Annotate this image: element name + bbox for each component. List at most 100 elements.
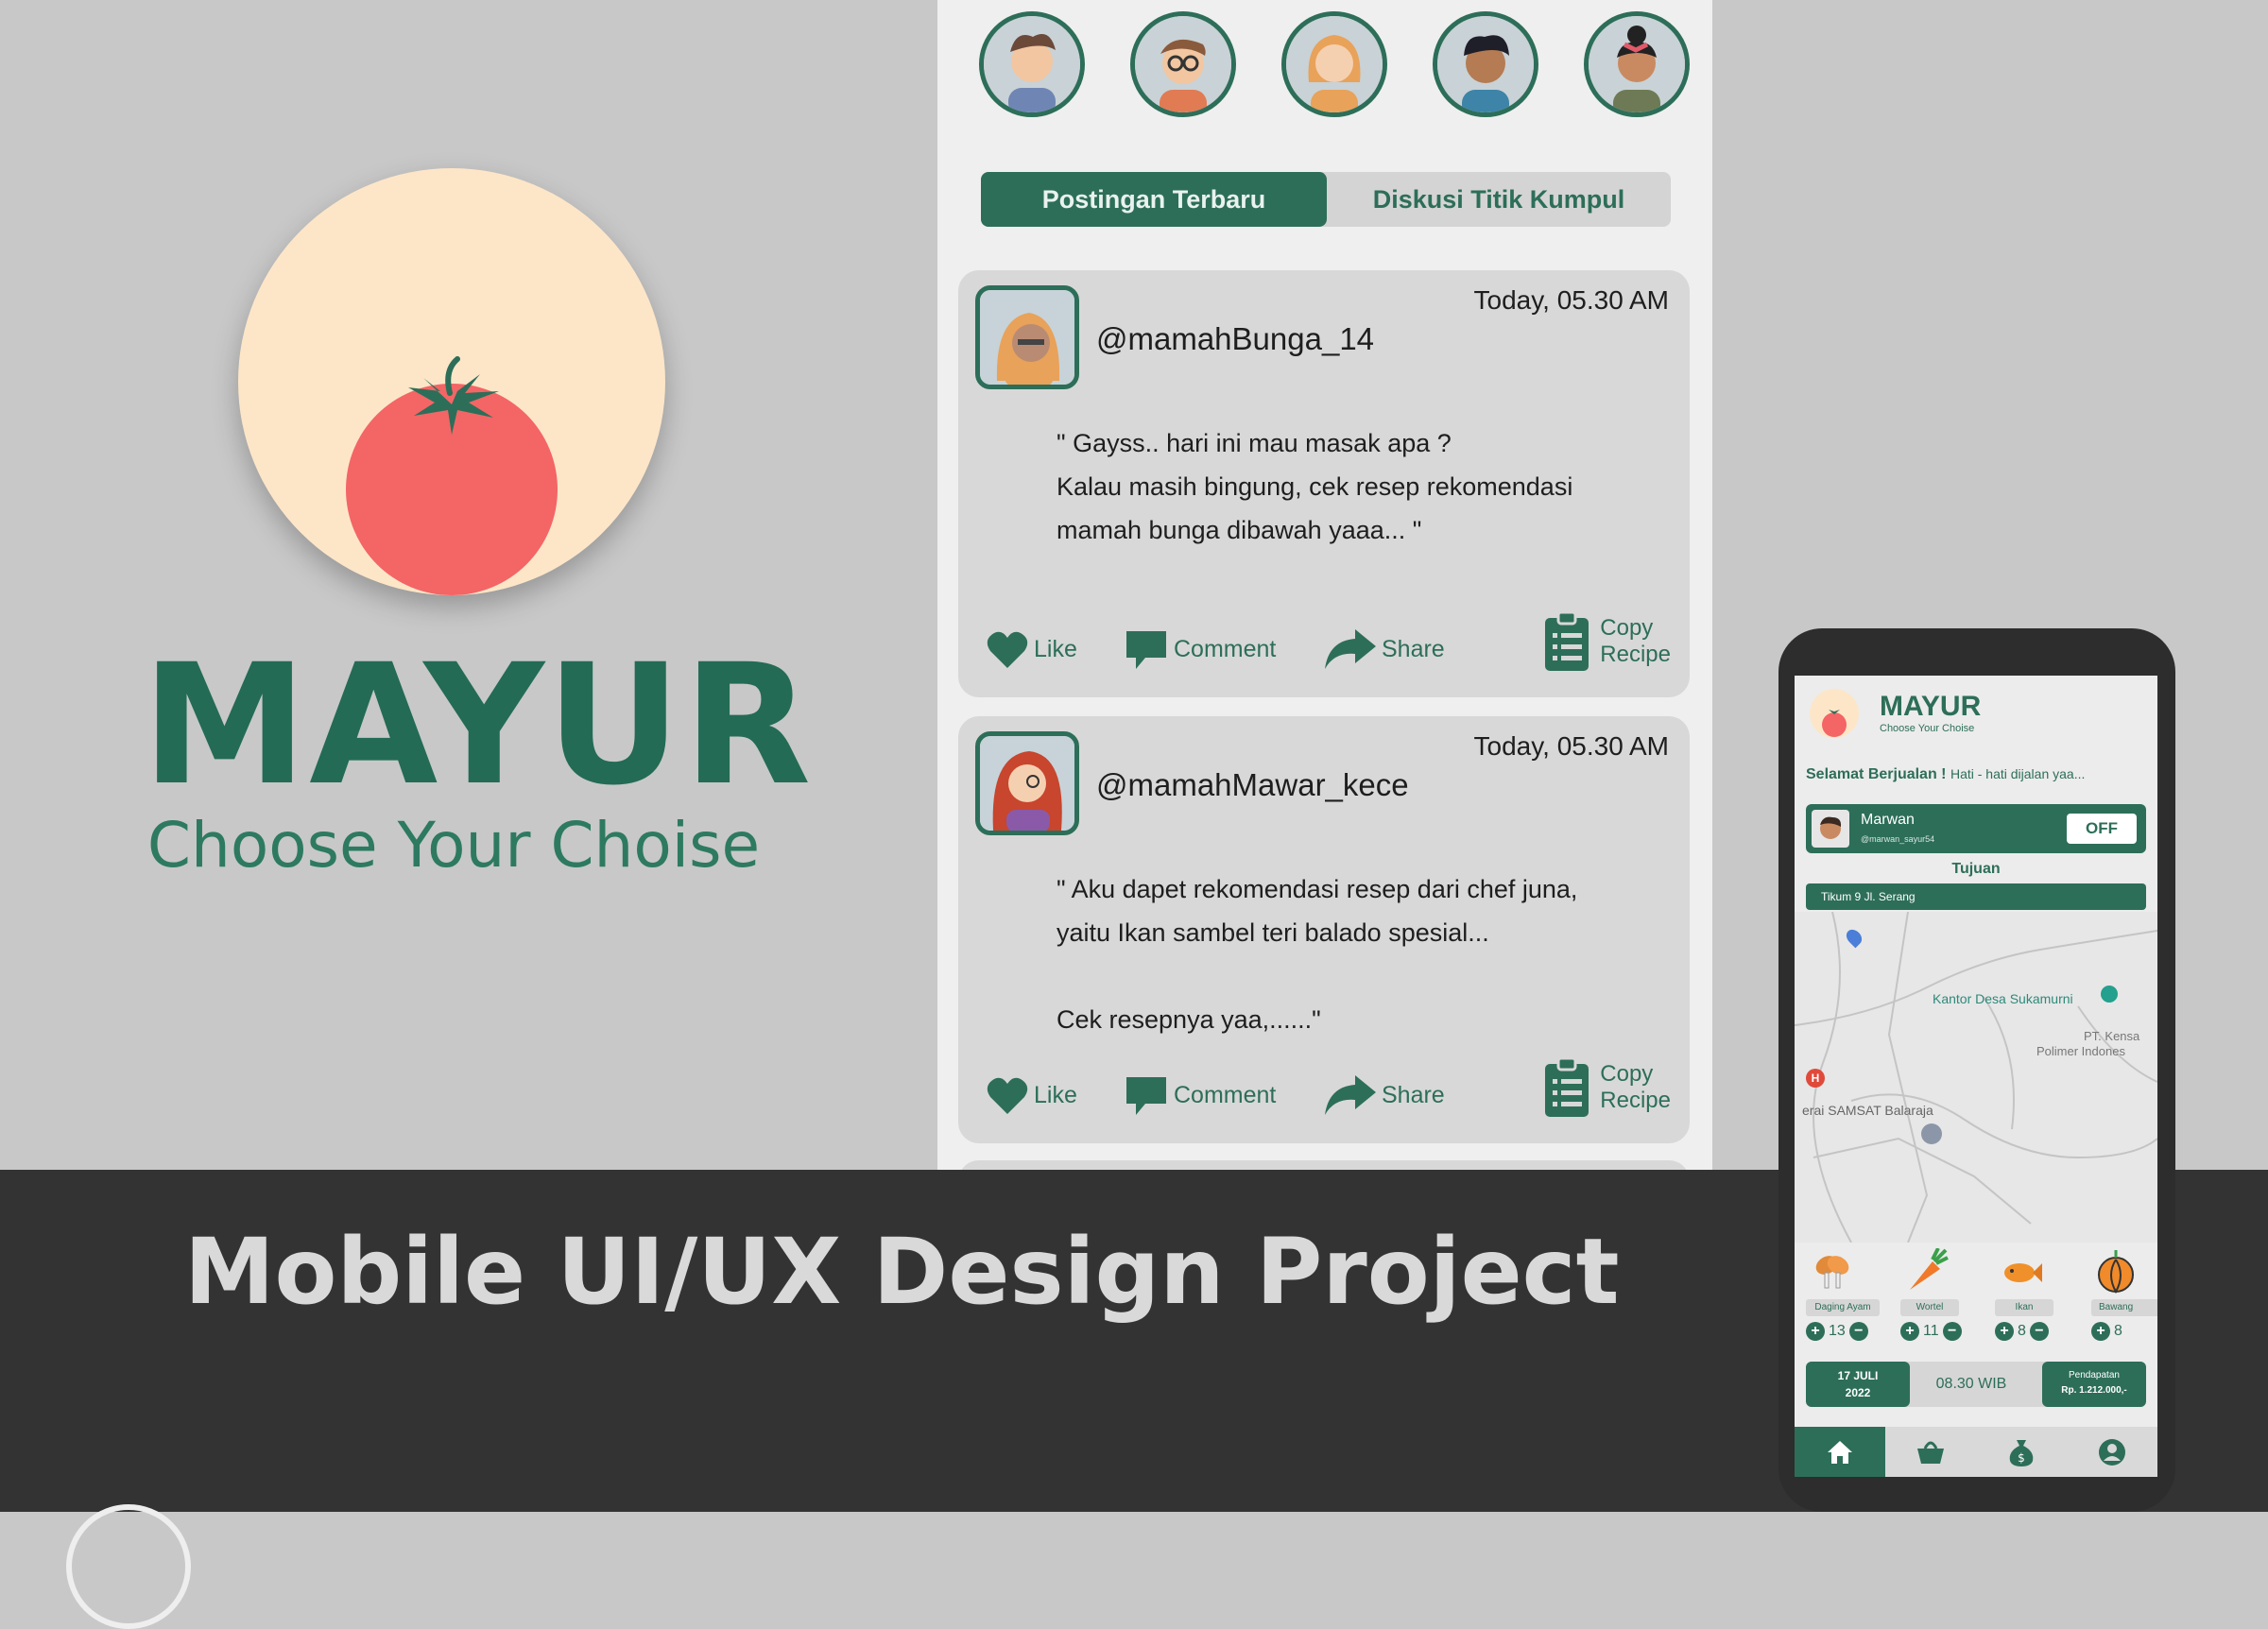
comment-label: Comment	[1174, 1081, 1277, 1108]
date-line1: 17 JULI	[1837, 1369, 1879, 1382]
nav-money[interactable]: $	[1976, 1427, 2067, 1477]
plus-icon[interactable]: +	[1995, 1322, 2014, 1341]
feed-screen: Postingan Terbaru Diskusi Titik Kumpul T…	[937, 0, 1712, 1170]
map-label-samsat: erai SAMSAT Balaraja	[1802, 1103, 1933, 1118]
story-avatar-3[interactable]	[1281, 11, 1387, 117]
map-view[interactable]: H Kantor Desa Sukamurni PT. Kensa Polime…	[1795, 911, 2157, 1243]
story-avatar-4[interactable]	[1433, 11, 1538, 117]
story-avatar-1[interactable]	[979, 11, 1085, 117]
comment-icon	[1126, 1077, 1166, 1115]
post-body: " Aku dapet rekomendasi resep dari chef …	[1057, 875, 1578, 1034]
avatar-redhead-icon	[980, 736, 1074, 831]
share-button[interactable]: Share	[1323, 1072, 1445, 1119]
avatar[interactable]	[975, 285, 1079, 389]
seller-card: Marwan @marwan_sayur54 OFF	[1806, 804, 2146, 853]
qty-value: 13	[1829, 1323, 1846, 1339]
seller-handle: @marwan_sayur54	[1861, 834, 1935, 844]
qty-value: 11	[1923, 1323, 1939, 1339]
status-toggle[interactable]: OFF	[2067, 814, 2137, 844]
product-label: Daging Ayam	[1806, 1299, 1880, 1316]
destination-label: Tujuan	[1951, 861, 2001, 877]
tab-postingan-terbaru[interactable]: Postingan Terbaru	[981, 172, 1327, 227]
seller-name: Marwan	[1861, 812, 1915, 828]
post-card-partial	[958, 1160, 1690, 1170]
destination-field[interactable]: Tikum 9 Jl. Serang	[1806, 883, 2146, 910]
profile-icon	[2099, 1438, 2125, 1466]
story-avatar-5[interactable]	[1584, 11, 1690, 117]
avatar-boy-icon	[984, 16, 1080, 112]
income-value: Rp. 1.212.000,-	[2061, 1385, 2127, 1396]
like-label: Like	[1034, 635, 1077, 662]
post-body: " Gayss.. hari ini mau masak apa ? Kalau…	[1057, 429, 1573, 544]
plus-icon[interactable]: +	[1900, 1322, 1919, 1341]
nav-profile[interactable]	[2067, 1427, 2157, 1477]
comment-icon	[1126, 631, 1166, 669]
tomato-icon	[346, 356, 558, 595]
office-pin-icon[interactable]	[2101, 986, 2118, 1003]
nav-basket[interactable]	[1885, 1427, 1976, 1477]
plus-icon[interactable]: +	[2091, 1322, 2110, 1341]
minus-icon[interactable]: −	[2029, 1322, 2049, 1341]
copy-label-line1: Copy	[1600, 615, 1654, 641]
avatar-seller-icon	[1820, 816, 1842, 839]
share-icon	[1325, 1075, 1376, 1115]
landmark-pin-icon[interactable]	[1921, 1123, 1942, 1144]
clipboard-list-icon	[1545, 1056, 1589, 1117]
share-label: Share	[1382, 1081, 1445, 1108]
drumstick-icon	[1812, 1250, 1853, 1296]
income-label: Pendapatan	[2069, 1370, 2120, 1380]
minus-icon[interactable]: −	[1942, 1322, 1962, 1341]
like-button[interactable]: Like	[987, 1072, 1077, 1119]
tomato-icon	[1822, 710, 1847, 737]
date-line2: 2022	[1845, 1386, 1871, 1399]
share-button[interactable]: Share	[1323, 626, 1445, 673]
hospital-icon[interactable]: H	[1806, 1069, 1825, 1088]
tab-diskusi-titik-kumpul[interactable]: Diskusi Titik Kumpul	[1327, 172, 1671, 227]
app-logo	[1810, 689, 1859, 738]
comment-button[interactable]: Comment	[1125, 1072, 1276, 1119]
heart-icon	[987, 631, 1028, 668]
qty-value: 8	[2114, 1323, 2122, 1339]
copy-recipe-label: Copy Recipe	[1600, 1061, 1671, 1114]
clipboard-list-icon	[1545, 610, 1589, 671]
post-time: Today, 05.30 AM	[1473, 285, 1670, 315]
brand-tagline: Choose Your Choise	[146, 809, 761, 882]
qty-stepper: + 11 −	[1900, 1322, 1962, 1341]
fish-icon	[1999, 1248, 2044, 1298]
app-title: MAYUR	[1880, 691, 1982, 722]
seller-screen: MAYUR Choose Your Choise Selamat Berjual…	[1795, 676, 2157, 1477]
nav-home[interactable]	[1795, 1427, 1885, 1477]
carrot-icon	[1904, 1247, 1950, 1298]
copy-recipe-button[interactable]: Copy Recipe	[1543, 1056, 1671, 1119]
project-title: Mobile UI/UX Design Project	[184, 1219, 1620, 1325]
post-username[interactable]: @mamahMawar_kece	[1096, 767, 1409, 803]
logo-circle	[238, 168, 665, 595]
avatar-grandma-icon	[980, 290, 1074, 385]
avatar[interactable]	[975, 731, 1079, 835]
plus-icon[interactable]: +	[1806, 1322, 1825, 1341]
feed-tabs: Postingan Terbaru Diskusi Titik Kumpul	[981, 172, 1671, 227]
minus-icon[interactable]: −	[1848, 1322, 1868, 1341]
greeting-bold: Selamat Berjualan !	[1806, 766, 1947, 782]
greeting: Selamat Berjualan ! Hati - hati dijalan …	[1806, 766, 2085, 783]
post-username[interactable]: @mamahBunga_14	[1096, 321, 1374, 357]
onion-icon	[2093, 1248, 2139, 1298]
qty-value: 8	[2018, 1323, 2026, 1339]
like-label: Like	[1034, 1081, 1077, 1108]
like-button[interactable]: Like	[987, 626, 1077, 673]
comment-button[interactable]: Comment	[1125, 626, 1276, 673]
share-label: Share	[1382, 635, 1445, 662]
avatar	[1812, 810, 1849, 848]
map-label-kantor: Kantor Desa Sukamurni	[1933, 991, 2073, 1006]
product-label: Wortel	[1900, 1299, 1959, 1316]
product-strip: Daging Ayam Wortel Ikan Bawang + 13 − + …	[1795, 1243, 2157, 1365]
avatar-woman-bun-icon	[1589, 16, 1685, 112]
app-tagline: Choose Your Choise	[1880, 723, 1975, 734]
svg-text:$: $	[2018, 1451, 2025, 1465]
home-icon	[1828, 1440, 1852, 1464]
brand-title: MAYUR	[142, 628, 814, 822]
basket-icon	[1917, 1441, 1944, 1464]
copy-recipe-button[interactable]: Copy Recipe	[1543, 610, 1671, 673]
story-avatar-2[interactable]	[1130, 11, 1236, 117]
qty-stepper: + 8 −	[1995, 1322, 2049, 1341]
